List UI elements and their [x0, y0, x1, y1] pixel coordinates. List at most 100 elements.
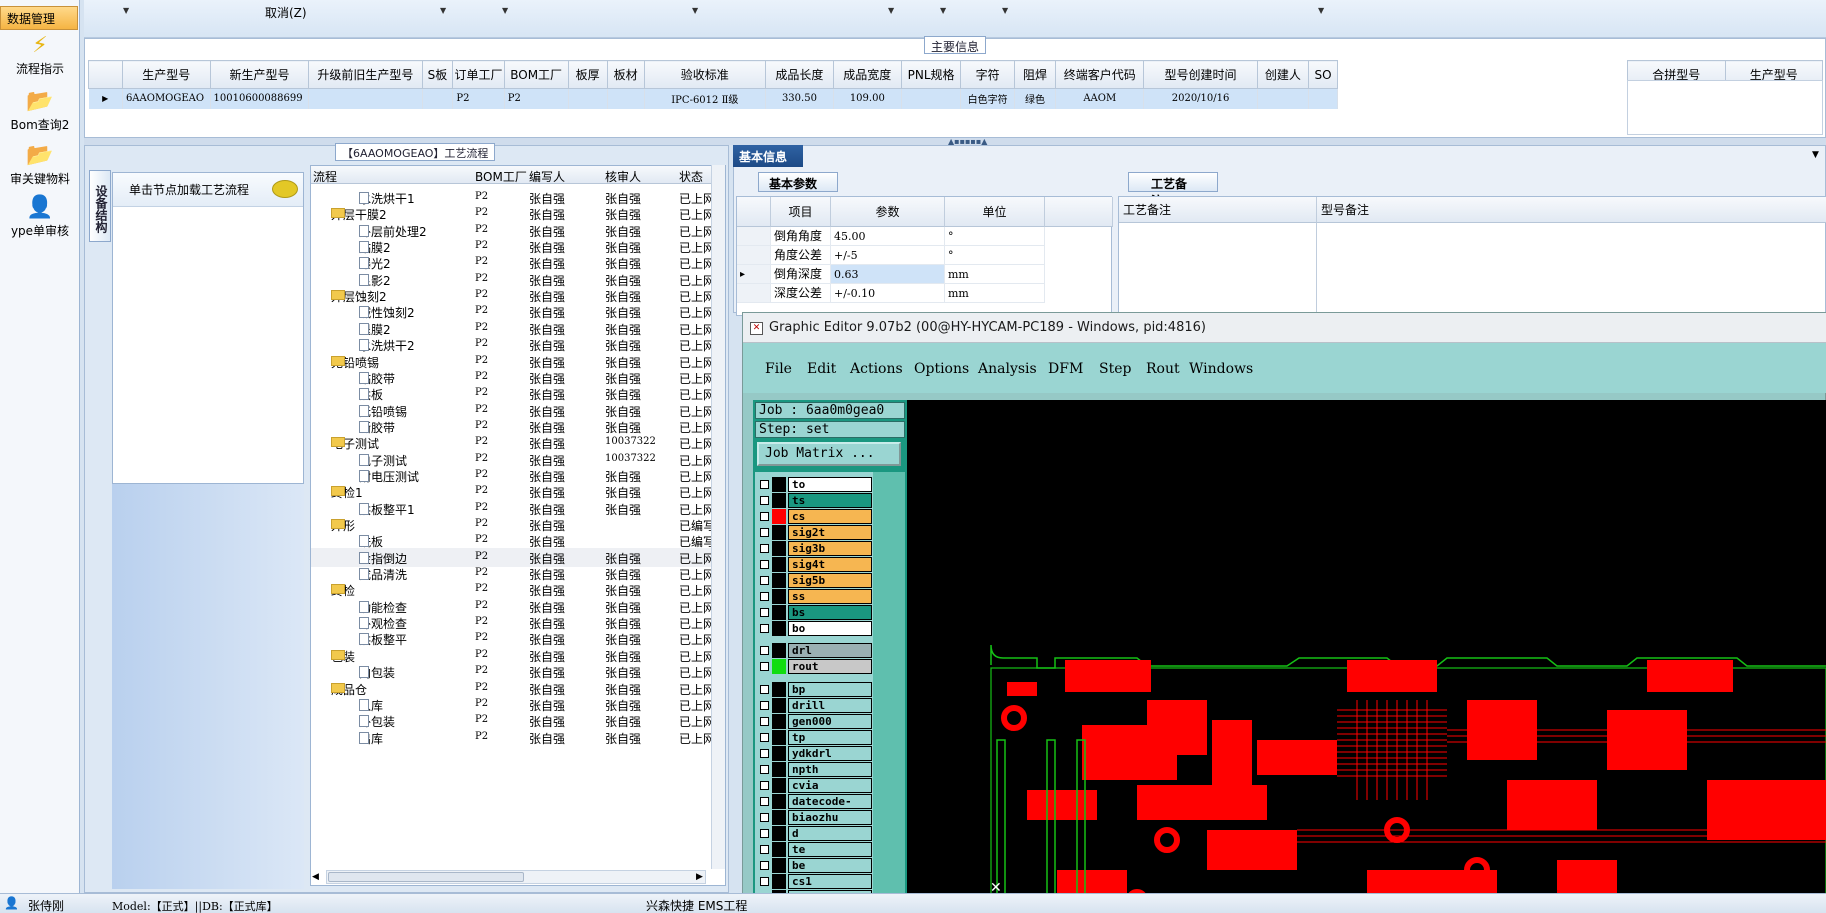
menu-edit[interactable]: Edit: [807, 361, 836, 377]
layer-name[interactable]: te: [788, 842, 872, 857]
layer-row[interactable]: bs: [758, 605, 872, 620]
layer-checkbox[interactable]: [760, 592, 769, 601]
layer-row[interactable]: rout: [758, 659, 872, 674]
layer-row[interactable]: biaozhu: [758, 810, 872, 825]
main-col-header[interactable]: 订单工厂: [452, 60, 505, 89]
layer-name[interactable]: ts: [788, 493, 872, 508]
layer-row[interactable]: sig4t: [758, 557, 872, 572]
layer-name[interactable]: datecode-pbc: [788, 794, 872, 822]
dropdown-arrow-icon[interactable]: ▼: [123, 6, 129, 15]
table-cell[interactable]: AAOM: [1055, 88, 1145, 109]
layer-name[interactable]: ss: [788, 589, 872, 604]
table-cell[interactable]: 绿色: [1014, 88, 1057, 109]
row-header[interactable]: ▸: [737, 265, 771, 284]
layer-checkbox[interactable]: [760, 608, 769, 617]
table-cell[interactable]: 2020/10/16: [1143, 88, 1258, 109]
layer-checkbox[interactable]: [760, 717, 769, 726]
layer-row[interactable]: datecode-pbc: [758, 794, 872, 822]
main-col-header[interactable]: 新生产型号: [209, 60, 310, 89]
layer-checkbox[interactable]: [760, 765, 769, 774]
table-cell[interactable]: 330.50: [765, 88, 834, 109]
job-matrix-button[interactable]: Job Matrix ...: [757, 442, 901, 466]
layer-checkbox[interactable]: [760, 624, 769, 633]
nav-item-material[interactable]: 📂 审关键物料: [0, 144, 80, 187]
layer-name[interactable]: d: [788, 826, 872, 841]
layer-name[interactable]: cvia: [788, 778, 872, 793]
layer-checkbox[interactable]: [760, 845, 769, 854]
layer-row[interactable]: cvia: [758, 778, 872, 793]
main-col-header[interactable]: 验收标准: [643, 60, 767, 89]
layer-name[interactable]: npth: [788, 762, 872, 777]
table-row[interactable]: ▶ 6AAOMOGEAO 10010600088699 P2 P2 IPC-6012 Ⅱ级…: [88, 88, 1338, 109]
layer-row[interactable]: to: [758, 477, 872, 492]
layer-checkbox[interactable]: [760, 781, 769, 790]
menu-analysis[interactable]: Analysis: [978, 361, 1037, 377]
menu-options[interactable]: Options: [914, 361, 969, 377]
layer-row[interactable]: sig3b: [758, 541, 872, 556]
param-value[interactable]: +/-5: [831, 246, 945, 265]
layer-row[interactable]: ydkdrl: [758, 746, 872, 761]
layer-row[interactable]: d: [758, 826, 872, 841]
layer-name[interactable]: bs: [788, 605, 872, 620]
layer-checkbox[interactable]: [760, 528, 769, 537]
layer-row[interactable]: bp: [758, 682, 872, 697]
layer-checkbox[interactable]: [760, 480, 769, 489]
table-cell[interactable]: 109.00: [833, 88, 902, 109]
table-cell[interactable]: [607, 88, 645, 109]
table-cell[interactable]: IPC-6012 Ⅱ级: [644, 88, 767, 109]
layer-checkbox[interactable]: [760, 797, 769, 806]
table-cell[interactable]: P2: [504, 88, 569, 109]
layer-checkbox[interactable]: [760, 861, 769, 870]
layer-row[interactable]: be: [758, 858, 872, 873]
dropdown-arrow-icon[interactable]: ▼: [1318, 6, 1324, 15]
layer-checkbox[interactable]: [760, 560, 769, 569]
main-col-header[interactable]: 型号创建时间: [1143, 60, 1258, 89]
scroll-left-icon[interactable]: ◀: [312, 872, 319, 882]
layer-name[interactable]: gen000: [788, 714, 872, 729]
dropdown-arrow-icon[interactable]: ▼: [440, 6, 446, 15]
menu-rout[interactable]: Rout: [1146, 361, 1180, 377]
main-col-header[interactable]: 板材: [606, 60, 645, 89]
param-value[interactable]: 0.63: [831, 265, 945, 284]
layer-checkbox[interactable]: [760, 544, 769, 553]
cancel-label[interactable]: 取消(Z): [265, 4, 307, 21]
main-col-header[interactable]: 成品宽度: [832, 60, 902, 89]
row-header[interactable]: [737, 227, 771, 246]
table-cell[interactable]: 6AAOMOGEAO: [122, 88, 211, 109]
layer-row[interactable]: gen000: [758, 714, 872, 729]
main-col-header[interactable]: S板: [421, 60, 454, 89]
layer-row[interactable]: bo: [758, 621, 872, 636]
table-cell[interactable]: [1308, 88, 1338, 109]
main-col-header[interactable]: 升级前旧生产型号: [308, 60, 423, 89]
layer-checkbox[interactable]: [760, 512, 769, 521]
layer-name[interactable]: bo: [788, 621, 872, 636]
layer-checkbox[interactable]: [760, 662, 769, 671]
layer-row[interactable]: tp: [758, 730, 872, 745]
layer-row[interactable]: npth: [758, 762, 872, 777]
equipment-structure-tab[interactable]: 设备结构: [89, 170, 111, 242]
main-col-header[interactable]: 字符: [960, 60, 1015, 89]
dropdown-arrow-icon[interactable]: ▼: [692, 6, 698, 15]
menu-dfm[interactable]: DFM: [1048, 361, 1083, 377]
chevron-down-icon[interactable]: ▼: [1812, 150, 1819, 160]
table-cell[interactable]: P2: [452, 88, 505, 109]
layer-name[interactable]: be: [788, 858, 872, 873]
layer-name[interactable]: ydkdrl: [788, 746, 872, 761]
nav-item-review[interactable]: 👤 ype单审核: [0, 196, 80, 239]
layer-name[interactable]: rout: [788, 659, 872, 674]
layer-checkbox[interactable]: [760, 813, 769, 822]
layer-name[interactable]: cs1: [788, 874, 872, 889]
menu-file[interactable]: File: [765, 361, 792, 377]
layer-name[interactable]: bp: [788, 682, 872, 697]
layer-name[interactable]: drill: [788, 698, 872, 713]
nav-header[interactable]: 数据管理: [0, 6, 78, 30]
table-cell[interactable]: [422, 88, 454, 109]
main-col-header[interactable]: 成品长度: [765, 60, 834, 89]
vertical-scrollbar[interactable]: [711, 165, 725, 869]
layer-checkbox[interactable]: [760, 685, 769, 694]
layer-row[interactable]: sig2t: [758, 525, 872, 540]
main-col-header[interactable]: 生产型号: [121, 60, 211, 89]
main-col-header[interactable]: BOM工厂: [503, 60, 569, 89]
row-header[interactable]: [737, 246, 771, 265]
layer-row[interactable]: cs: [758, 509, 872, 524]
